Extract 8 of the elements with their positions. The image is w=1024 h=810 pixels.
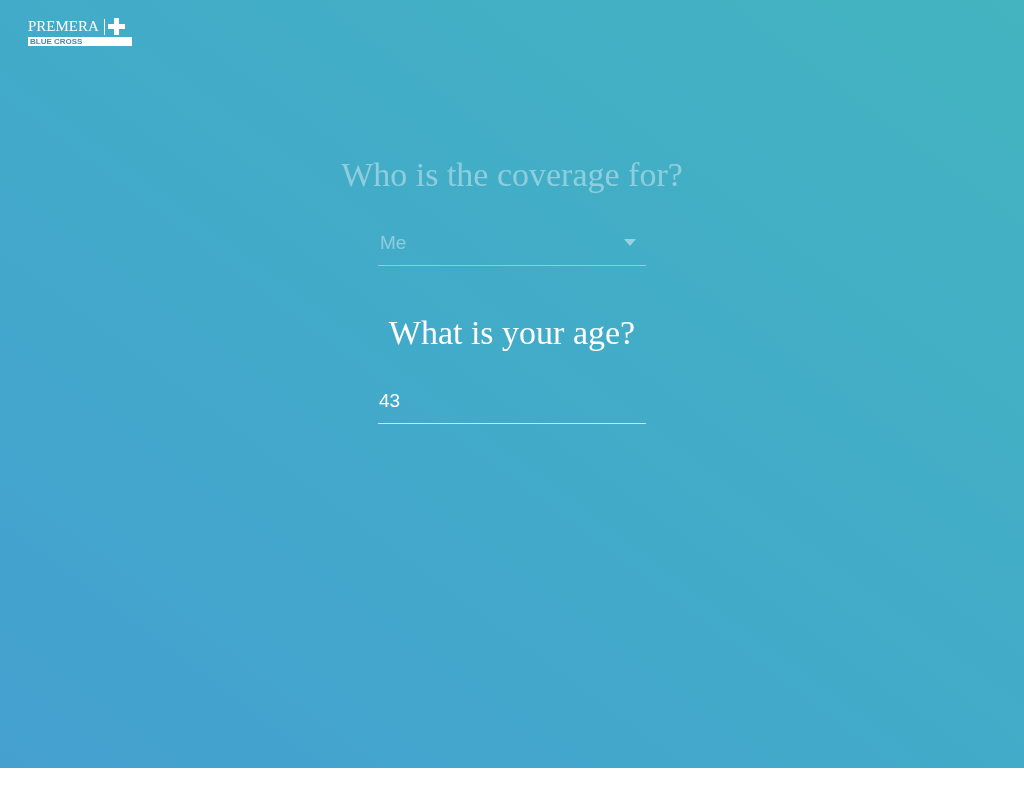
cross-icon bbox=[107, 18, 125, 35]
question-heading: What is your age? bbox=[388, 313, 636, 353]
logo-tagline: BLUE CROSS bbox=[28, 37, 132, 46]
age-input-field[interactable]: 43 bbox=[378, 386, 646, 424]
caret-icon bbox=[624, 239, 636, 247]
dropdown-field[interactable]: Me bbox=[378, 228, 646, 266]
question-heading: Who is the coverage for? bbox=[341, 155, 683, 195]
logo-wordmark: PREMERA bbox=[28, 19, 99, 34]
